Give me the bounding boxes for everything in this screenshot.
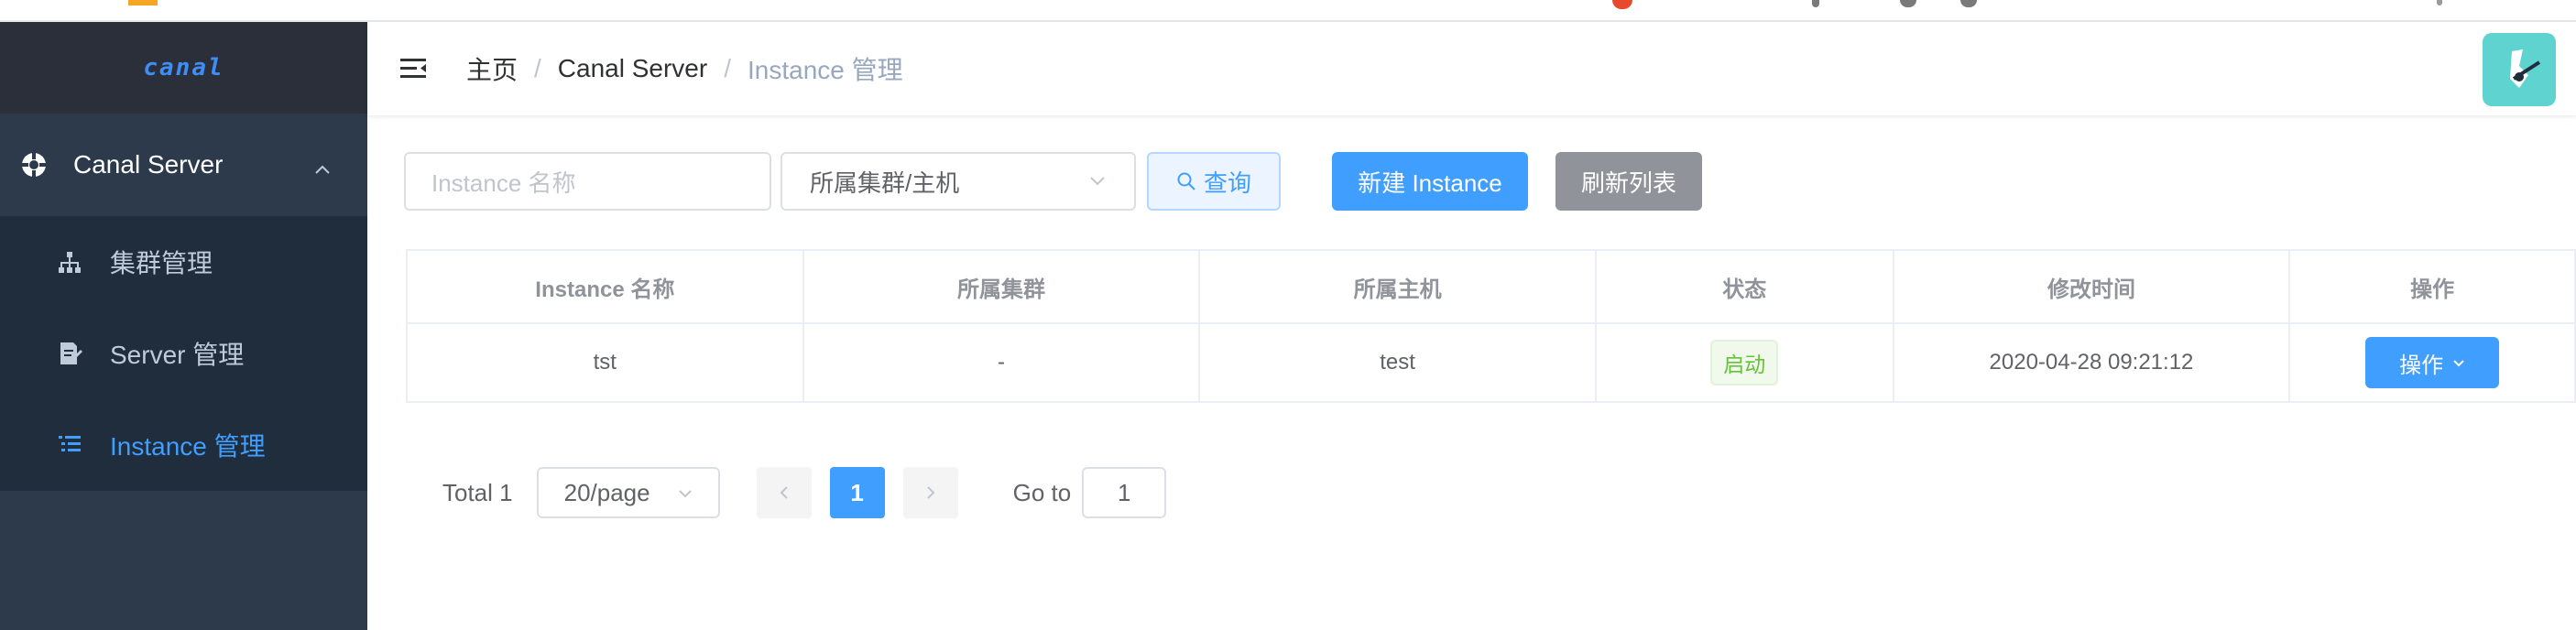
sidebar-item-label: Server 管理 xyxy=(110,341,245,369)
toolbar-icon xyxy=(1900,0,1916,7)
search-icon xyxy=(1176,171,1196,191)
refresh-list-button[interactable]: 刷新列表 xyxy=(1555,152,1702,211)
submenu: 集群管理 Server 管理 Instance 管理 xyxy=(0,216,367,491)
toolbar-icon xyxy=(1960,0,1977,7)
table-header: Instance 名称 所属集群 所属主机 状态 修改时间 操作 xyxy=(408,251,2576,324)
goto-page-input[interactable]: 1 xyxy=(1082,467,1167,518)
actions-button-label: 操作 xyxy=(2399,353,2444,378)
breadcrumb-canal-server[interactable]: Canal Server xyxy=(558,54,707,83)
sidebar-item-label: Instance 管理 xyxy=(110,432,266,461)
breadcrumb-separator: / xyxy=(534,54,541,82)
column-header: 状态 xyxy=(1596,251,1894,324)
actions-dropdown-button[interactable]: 操作 xyxy=(2365,337,2500,388)
breadcrumb-home[interactable]: 主页 xyxy=(466,50,518,87)
logo-text: canal xyxy=(143,54,224,81)
status-badge: 启动 xyxy=(1710,340,1779,386)
page-size-select[interactable]: 20/page xyxy=(536,467,720,518)
sidebar-item-server[interactable]: Server 管理 xyxy=(0,308,367,399)
cell-host: test xyxy=(1200,324,1597,403)
sidebar: canal Canal Server 集群管理 Server 管理 Instan… xyxy=(0,22,367,630)
cluster-host-select-value: 所属集群/主机 xyxy=(810,168,960,197)
pagination-total: Total 1 xyxy=(442,478,513,506)
sidebar-item-instance[interactable]: Instance 管理 xyxy=(0,399,367,491)
cell-instance-name: tst xyxy=(408,324,804,403)
column-header: Instance 名称 xyxy=(408,251,804,324)
bookmark-icon xyxy=(128,0,158,5)
cell-actions: 操作 xyxy=(2290,324,2576,403)
cell-modified-time: 2020-04-28 09:21:12 xyxy=(1894,324,2291,403)
page-size-value: 20/page xyxy=(563,478,650,506)
cell-cluster: - xyxy=(803,324,1201,403)
filter-bar: Instance 名称 所属集群/主机 查询 新建 Instance 刷新列表 xyxy=(404,152,1702,211)
logo[interactable]: canal xyxy=(0,22,367,114)
next-page-button[interactable] xyxy=(902,467,958,518)
compass-icon xyxy=(20,151,48,179)
breadcrumb: 主页 / Canal Server / Instance 管理 xyxy=(466,50,903,87)
chevron-down-icon xyxy=(678,479,693,507)
toolbar-icon xyxy=(1812,0,1819,7)
sidebar-item-label: 集群管理 xyxy=(110,249,213,277)
pagination: Total 1 20/page 1 Go to 1 xyxy=(442,467,1167,518)
chevron-down-icon xyxy=(1088,168,1107,196)
avatar-icon xyxy=(2510,49,2541,88)
new-instance-button[interactable]: 新建 Instance xyxy=(1332,152,1528,211)
query-button[interactable]: 查询 xyxy=(1147,152,1281,211)
instance-table: Instance 名称 所属集群 所属主机 状态 修改时间 操作 tst - t… xyxy=(406,249,2576,403)
breadcrumb-current: Instance 管理 xyxy=(747,56,903,84)
browser-top-strip xyxy=(0,0,2576,22)
chevron-down-icon xyxy=(2452,356,2465,369)
sitemap-icon xyxy=(57,249,82,275)
table-row: tst - test 启动 2020-04-28 09:21:12 操作 xyxy=(408,324,2576,403)
chevron-left-icon xyxy=(780,486,788,499)
goto-label: Go to xyxy=(1012,478,1072,506)
chevron-right-icon xyxy=(926,486,935,499)
sidebar-item-cluster[interactable]: 集群管理 xyxy=(0,216,367,308)
column-header: 修改时间 xyxy=(1894,251,2291,324)
notification-icon xyxy=(1612,0,1632,9)
page-number-current[interactable]: 1 xyxy=(829,467,885,518)
column-header: 操作 xyxy=(2290,251,2576,324)
menu-head-label: Canal Server xyxy=(73,150,224,179)
avatar[interactable] xyxy=(2483,33,2556,106)
top-navbar: 主页 / Canal Server / Instance 管理 xyxy=(367,22,2576,115)
breadcrumb-separator: / xyxy=(724,54,731,82)
chevron-up-icon xyxy=(314,156,331,174)
list-icon xyxy=(57,432,82,458)
prev-page-button[interactable] xyxy=(756,467,812,518)
edit-document-icon xyxy=(57,341,82,366)
instance-name-input[interactable]: Instance 名称 xyxy=(404,152,771,211)
cluster-host-select[interactable]: 所属集群/主机 xyxy=(780,152,1136,211)
hamburger-icon[interactable] xyxy=(398,53,430,84)
cell-status: 启动 xyxy=(1596,324,1894,403)
menu-canal-server[interactable]: Canal Server xyxy=(0,114,367,216)
column-header: 所属集群 xyxy=(803,251,1201,324)
column-header: 所属主机 xyxy=(1200,251,1597,324)
query-button-label: 查询 xyxy=(1203,168,1251,197)
toolbar-icon xyxy=(2437,0,2442,5)
